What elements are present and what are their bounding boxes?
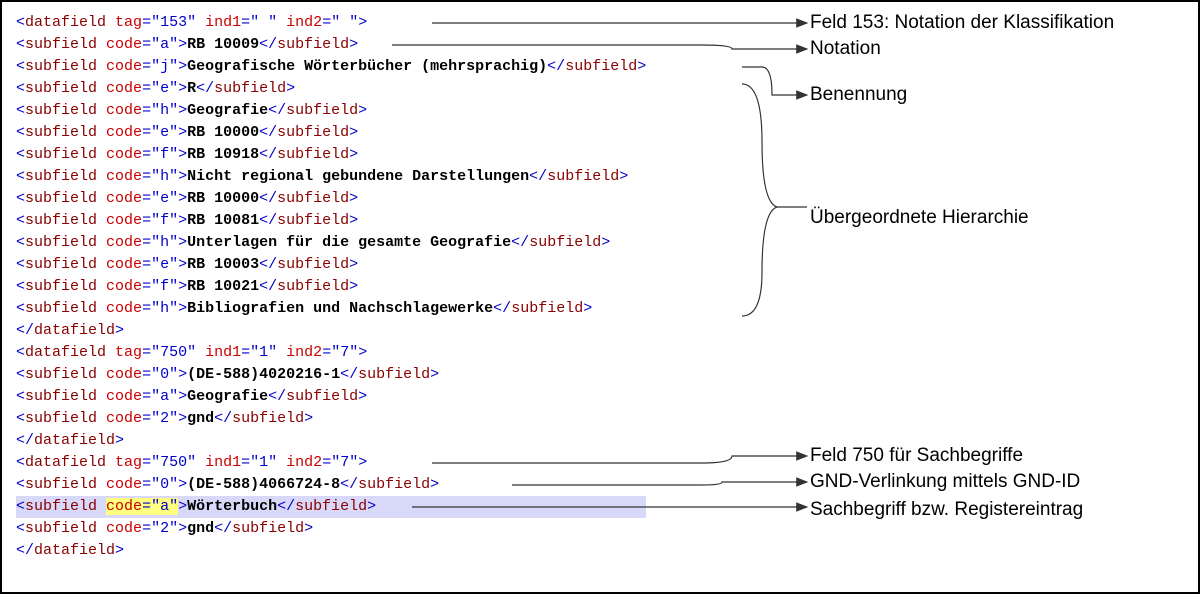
annot-gndlink: GND-Verlinkung mittels GND-ID — [810, 471, 1080, 493]
annot-notation: Notation — [810, 38, 881, 60]
code-line: </datafield> — [16, 320, 646, 342]
annot-feld750: Feld 750 für Sachbegriffe — [810, 445, 1023, 467]
code-line: <subfield code="e">RB 10000</subfield> — [16, 122, 646, 144]
code-line: <subfield code="h">Unterlagen für die ge… — [16, 232, 646, 254]
code-line: <subfield code="2">gnd</subfield> — [16, 408, 646, 430]
code-line: <subfield code="e">RB 10003</subfield> — [16, 254, 646, 276]
code-line: <subfield code="f">RB 10021</subfield> — [16, 276, 646, 298]
annot-sachbegriff: Sachbegriff bzw. Registereintrag — [810, 499, 1083, 521]
xml-code-block: <datafield tag="153" ind1=" " ind2=" "><… — [16, 12, 646, 562]
annot-benennung: Benennung — [810, 84, 907, 106]
code-line: <subfield code="e">RB 10000</subfield> — [16, 188, 646, 210]
code-line: <datafield tag="750" ind1="1" ind2="7"> — [16, 342, 646, 364]
annot-feld153: Feld 153: Notation der Klassifikation — [810, 12, 1114, 34]
code-line: <subfield code="f">RB 10081</subfield> — [16, 210, 646, 232]
code-line: <subfield code="j">Geografische Wörterbü… — [16, 56, 646, 78]
code-line: </datafield> — [16, 430, 646, 452]
code-line: <subfield code="h">Bibliografien und Nac… — [16, 298, 646, 320]
annot-hierarchie: Übergeordnete Hierarchie — [810, 207, 1029, 229]
code-line: <subfield code="a">RB 10009</subfield> — [16, 34, 646, 56]
code-line: </datafield> — [16, 540, 646, 562]
code-line: <subfield code="a">Geografie</subfield> — [16, 386, 646, 408]
code-line: <subfield code="h">Nicht regional gebund… — [16, 166, 646, 188]
code-line: <datafield tag="153" ind1=" " ind2=" "> — [16, 12, 646, 34]
code-line: <subfield code="a">Wörterbuch</subfield> — [16, 496, 646, 518]
code-line: <datafield tag="750" ind1="1" ind2="7"> — [16, 452, 646, 474]
code-line: <subfield code="h">Geografie</subfield> — [16, 100, 646, 122]
code-line: <subfield code="2">gnd</subfield> — [16, 518, 646, 540]
code-line: <subfield code="0">(DE-588)4066724-8</su… — [16, 474, 646, 496]
code-line: <subfield code="f">RB 10918</subfield> — [16, 144, 646, 166]
code-line: <subfield code="0">(DE-588)4020216-1</su… — [16, 364, 646, 386]
code-line: <subfield code="e">R</subfield> — [16, 78, 646, 100]
